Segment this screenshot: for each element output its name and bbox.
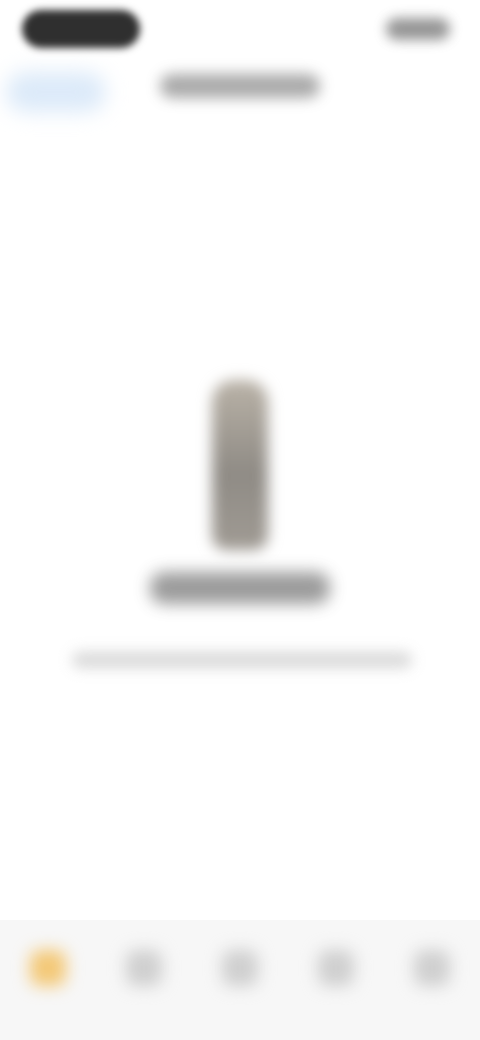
- tab-icon-3: [222, 950, 258, 986]
- nav-item-1[interactable]: [16, 942, 80, 1022]
- nav-item-2[interactable]: [112, 942, 176, 1022]
- status-indicators: [386, 18, 450, 40]
- home-icon: [30, 950, 66, 986]
- tab-icon-4: [318, 950, 354, 986]
- page-title: [160, 74, 320, 98]
- empty-state-subtitle: [72, 652, 412, 668]
- nav-item-5[interactable]: [400, 942, 464, 1022]
- status-bar: [0, 0, 480, 60]
- back-button[interactable]: [6, 72, 106, 112]
- bottom-nav: [0, 920, 480, 1040]
- empty-state: [0, 340, 480, 720]
- header: [0, 60, 480, 120]
- empty-state-title: [150, 572, 330, 604]
- status-time: [22, 10, 140, 48]
- tab-icon-2: [126, 950, 162, 986]
- illustration-figure: [212, 380, 268, 550]
- nav-item-3[interactable]: [208, 942, 272, 1022]
- nav-item-4[interactable]: [304, 942, 368, 1022]
- tab-icon-5: [414, 950, 450, 986]
- empty-illustration: [200, 360, 280, 560]
